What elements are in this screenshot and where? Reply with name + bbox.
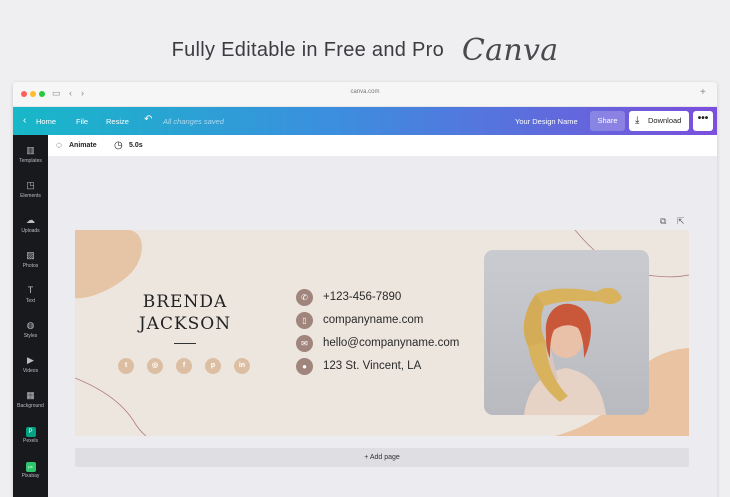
sidebar-item-label: Background [17,403,44,409]
pinterest-icon[interactable]: p [205,358,221,374]
pixabay-icon-wrap: px [13,459,48,472]
background-icon: ▦ [26,390,35,400]
curve-line-bottom-left [75,377,147,436]
add-page-button[interactable]: + Add page [75,448,689,467]
street-address: 123 St. Vincent, LA [323,360,422,372]
full-name: BRENDA JACKSON [121,291,249,335]
sidebar-item-label: Photos [22,263,39,269]
uploads-icon: ☁ [26,215,35,225]
sidebar-item-label: Styles [23,333,38,339]
sidebar-item-label: Text [25,298,36,304]
animate-icon: ◌ [56,140,62,151]
pixabay-icon: px [25,462,36,472]
sidebar-item-background[interactable]: ▦ Background [13,389,48,409]
home-button[interactable]: Home [36,117,56,126]
promo-header: Fully Editable in Free and Pro Canva [0,33,730,68]
sidebar-item-templates[interactable]: ▥ Templates [13,144,48,164]
timer-icon: ◷ [114,140,123,151]
more-options-button[interactable]: ••• [693,111,713,131]
sidebar-item-videos[interactable]: ▶ Videos [13,354,48,374]
email-icon: ✉ [296,335,313,352]
last-name: JACKSON [138,314,232,334]
phone-icon: ✆ [296,289,313,306]
resize-button[interactable]: Resize [106,117,129,126]
text-icon: T [27,285,34,295]
email-signature-card[interactable]: BRENDA JACKSON t ◎ f p in ✆ +123-456-789… [75,230,689,436]
download-label: Download [648,116,682,125]
animate-button[interactable]: Animate [69,142,97,149]
pexels-icon-wrap: P [13,424,48,437]
phone-number: +123-456-7890 [323,291,402,303]
facebook-icon[interactable]: f [176,358,192,374]
website-icon: ▯ [296,312,313,329]
portrait-illustration [523,287,622,415]
share-page-icon[interactable]: ⇱ [677,216,685,227]
browser-chrome: ▭ ‹ › canva.com + [13,82,717,107]
templates-icon: ▥ [26,145,35,155]
save-status: All changes saved [163,117,224,126]
styles-icon: ◍ [26,320,35,330]
design-name[interactable]: Your Design Name [515,117,578,126]
sidebar-item-text[interactable]: T Text [13,284,48,304]
editor-sidebar: ▥ Templates ◳ Elements ☁ Uploads ▨ Photo… [13,135,48,497]
sidebar-item-pixabay[interactable]: px Pixabay [13,459,48,479]
address-bar[interactable]: canva.com [13,89,717,95]
first-name: BRENDA [142,292,228,312]
sidebar-item-uploads[interactable]: ☁ Uploads [13,214,48,234]
sidebar-item-photos[interactable]: ▨ Photos [13,249,48,269]
sidebar-item-elements[interactable]: ◳ Elements [13,179,48,199]
email-address: hello@companyname.com [323,337,460,349]
name-divider [174,343,196,344]
sidebar-item-styles[interactable]: ◍ Styles [13,319,48,339]
videos-icon: ▶ [27,355,34,365]
sidebar-item-label: Pixabay [21,473,40,479]
promo-title: Fully Editable in Free and Pro [171,39,445,61]
undo-icon[interactable]: ↶ [144,114,152,125]
download-icon: ⤓ [635,115,640,126]
editor-toolbar: ◌ Animate ◷ 5.0s [48,135,717,157]
duration-button[interactable]: 5.0s [129,142,143,149]
portrait-photo[interactable] [484,250,649,415]
sidebar-item-label: Templates [19,158,42,164]
sidebar-item-label: Pexels [22,438,38,444]
sidebar-item-pexels[interactable]: P Pexels [13,424,48,444]
new-tab-plus-icon[interactable]: + [700,87,706,98]
download-button[interactable]: ⤓ Download [629,111,689,131]
location-pin-icon: ● [296,358,313,375]
elements-icon: ◳ [26,180,35,190]
browser-window: ▭ ‹ › canva.com + ‹ Home File Resize ↶ A… [13,82,717,497]
sidebar-item-label: Elements [20,193,41,199]
editor-topbar: ‹ Home File Resize ↶ All changes saved Y… [13,107,717,135]
share-button[interactable]: Share [590,111,625,131]
peach-blob-top-left [75,230,142,299]
sidebar-item-label: Videos [22,368,39,374]
linkedin-icon[interactable]: in [234,358,250,374]
website: companyname.com [323,314,424,326]
canva-logo: Canva [461,33,559,68]
file-menu[interactable]: File [76,117,88,126]
duplicate-page-icon[interactable]: ⧉ [660,216,666,227]
chevron-left-icon[interactable]: ‹ [23,115,26,126]
twitter-icon[interactable]: t [118,358,134,374]
pexels-icon: P [25,427,36,437]
canvas-area: ⧉ ⇱ BRENDA JACKSON t ◎ f p in ✆ +123-456… [48,157,717,497]
instagram-icon[interactable]: ◎ [147,358,163,374]
photos-icon: ▨ [26,250,35,260]
sidebar-item-label: Uploads [21,228,40,234]
